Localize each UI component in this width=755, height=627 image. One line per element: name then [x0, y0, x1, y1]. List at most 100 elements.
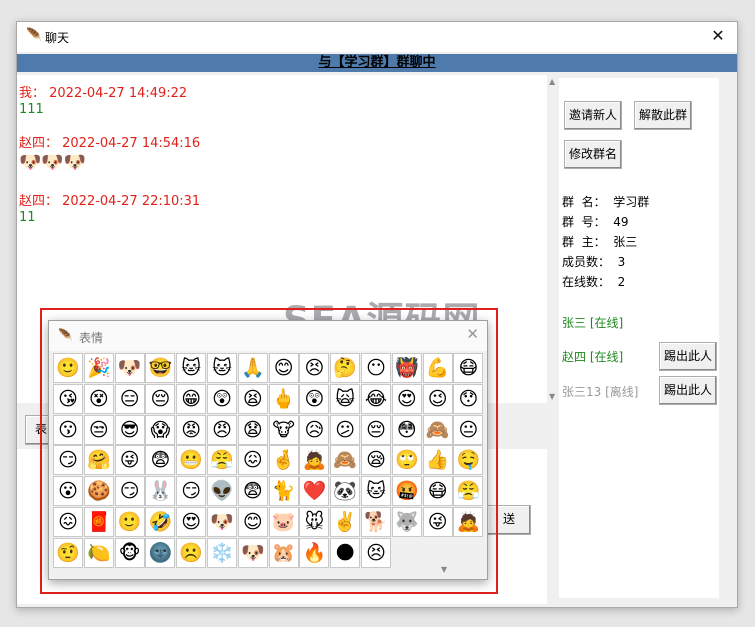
- emoji-cell[interactable]: 🌑: [330, 537, 361, 568]
- emoji-cell[interactable]: ☹️: [176, 537, 207, 568]
- emoji-cell[interactable]: 😜: [114, 445, 145, 476]
- emoji-cell[interactable]: 😔: [361, 414, 391, 445]
- emoji-cell[interactable]: 🧧: [83, 507, 114, 537]
- emoji-cell[interactable]: 🤬: [391, 476, 422, 507]
- emoji-cell[interactable]: 😬: [176, 445, 207, 476]
- emoji-cell[interactable]: 😷: [453, 353, 484, 383]
- emoji-cell[interactable]: 😡: [176, 414, 207, 445]
- emoji-cell[interactable]: 🐱: [361, 476, 391, 507]
- scroll-up-icon[interactable]: ▲: [549, 77, 555, 86]
- emoji-cell[interactable]: 😒: [83, 414, 114, 445]
- emoji-cell[interactable]: 😏: [114, 476, 145, 507]
- emoji-cell[interactable]: 😔: [145, 383, 176, 414]
- emoji-cell[interactable]: 😕: [330, 414, 361, 445]
- kick-member-button[interactable]: 踢出此人: [659, 376, 717, 405]
- emoji-cell[interactable]: 🌚: [145, 537, 176, 568]
- dissolve-group-button[interactable]: 解散此群: [634, 101, 692, 130]
- emoji-cell[interactable]: 🐵: [114, 537, 145, 568]
- emoji-cell[interactable]: 😪: [361, 445, 391, 476]
- emoji-cell[interactable]: 😊: [268, 353, 299, 383]
- emoji-cell[interactable]: 🙇: [299, 445, 330, 476]
- emoji-cell[interactable]: 🍪: [83, 476, 114, 507]
- emoji-cell[interactable]: 😐: [453, 414, 484, 445]
- emoji-cell[interactable]: 🙀: [330, 383, 361, 414]
- emoji-cell[interactable]: 🙇: [453, 507, 484, 537]
- emoji-cell[interactable]: 👹: [391, 353, 422, 383]
- emoji-cell[interactable]: 😜: [422, 507, 453, 537]
- emoji-cell[interactable]: 👍: [422, 445, 453, 476]
- emoji-cell[interactable]: 🤤: [453, 445, 484, 476]
- emoji-cell[interactable]: 😨: [237, 476, 268, 507]
- scroll-down-icon[interactable]: ▼: [549, 392, 555, 401]
- emoji-cell[interactable]: 😊: [237, 507, 268, 537]
- kick-member-button[interactable]: 踢出此人: [659, 342, 717, 371]
- emoji-cell[interactable]: 🐰: [145, 476, 176, 507]
- emoji-cell[interactable]: 🖕: [268, 383, 299, 414]
- emoji-cell[interactable]: 😫: [237, 383, 268, 414]
- emoji-cell[interactable]: 🐷: [268, 507, 299, 537]
- scroll-down-icon[interactable]: ▼: [441, 565, 447, 574]
- emoji-cell[interactable]: 😮: [53, 476, 83, 507]
- emoji-cell[interactable]: 😵: [83, 383, 114, 414]
- emoji-cell[interactable]: 😯: [453, 383, 484, 414]
- emoji-cell[interactable]: 😷: [422, 476, 453, 507]
- emoji-cell[interactable]: 😂: [361, 383, 391, 414]
- emoji-cell[interactable]: 😥: [299, 414, 330, 445]
- emoji-cell[interactable]: 😤: [207, 445, 237, 476]
- emoji-cell[interactable]: 🙂: [114, 507, 145, 537]
- emoji-cell[interactable]: 😎: [114, 414, 145, 445]
- emoji-cell[interactable]: 🙄: [391, 445, 422, 476]
- emoji-cell[interactable]: 🐱: [176, 353, 207, 383]
- emoji-cell[interactable]: 🐶: [237, 537, 268, 568]
- emoji-cell[interactable]: 😏: [53, 445, 83, 476]
- emoji-cell[interactable]: 😣: [361, 537, 391, 568]
- emoji-cell[interactable]: 🐮: [268, 414, 299, 445]
- emoji-cell[interactable]: 🎉: [83, 353, 114, 383]
- emoji-cell[interactable]: 🐕: [361, 507, 391, 537]
- emoji-cell[interactable]: 🙈: [422, 414, 453, 445]
- emoji-cell[interactable]: 🐹: [268, 537, 299, 568]
- emoji-cell[interactable]: 🐼: [330, 476, 361, 507]
- emoji-cell[interactable]: 🤣: [145, 507, 176, 537]
- emoji-cell[interactable]: 🐺: [391, 507, 422, 537]
- emoji-cell[interactable]: 🙏: [237, 353, 268, 383]
- emoji-cell[interactable]: ❤️: [299, 476, 330, 507]
- emoji-cell[interactable]: 🐶: [114, 353, 145, 383]
- emoji-cell[interactable]: 😨: [145, 445, 176, 476]
- emoji-cell[interactable]: 😳: [391, 414, 422, 445]
- emoji-cell[interactable]: ❄️: [207, 537, 237, 568]
- emoji-cell[interactable]: 😑: [114, 383, 145, 414]
- emoji-cell[interactable]: 🐭: [299, 507, 330, 537]
- emoji-cell[interactable]: 😣: [299, 353, 330, 383]
- emoji-cell[interactable]: 😧: [237, 414, 268, 445]
- emoji-cell[interactable]: 😠: [207, 414, 237, 445]
- emoji-cell[interactable]: 😱: [145, 414, 176, 445]
- emoji-cell[interactable]: 😗: [53, 414, 83, 445]
- emoji-cell[interactable]: 😁: [176, 383, 207, 414]
- emoji-cell[interactable]: 😶: [361, 353, 391, 383]
- emoji-cell[interactable]: 💪: [422, 353, 453, 383]
- emoji-cell[interactable]: 🙈: [330, 445, 361, 476]
- emoji-cell[interactable]: 🙂: [53, 353, 83, 383]
- emoji-cell[interactable]: 🐱: [207, 353, 237, 383]
- emoji-cell[interactable]: 😖: [53, 507, 83, 537]
- chat-scrollbar[interactable]: ▲ ▼: [547, 75, 559, 403]
- close-icon[interactable]: ✕: [466, 325, 479, 343]
- invite-button[interactable]: 邀请新人: [564, 101, 622, 130]
- close-icon[interactable]: ✕: [707, 25, 729, 47]
- emoji-cell[interactable]: 🤨: [53, 537, 83, 568]
- emoji-cell[interactable]: 🐈: [268, 476, 299, 507]
- emoji-cell[interactable]: 😲: [207, 383, 237, 414]
- emoji-cell[interactable]: 😉: [422, 383, 453, 414]
- emoji-cell[interactable]: ✌️: [330, 507, 361, 537]
- emoji-cell[interactable]: 😖: [237, 445, 268, 476]
- emoji-cell[interactable]: 😍: [391, 383, 422, 414]
- emoji-cell[interactable]: 🤔: [330, 353, 361, 383]
- emoji-cell[interactable]: 🤗: [83, 445, 114, 476]
- emoji-cell[interactable]: 👽: [207, 476, 237, 507]
- emoji-cell[interactable]: 🤓: [145, 353, 176, 383]
- emoji-cell[interactable]: 😤: [453, 476, 484, 507]
- emoji-cell[interactable]: 😍: [176, 507, 207, 537]
- emoji-cell[interactable]: 😲: [299, 383, 330, 414]
- emoji-cell[interactable]: 🐶: [207, 507, 237, 537]
